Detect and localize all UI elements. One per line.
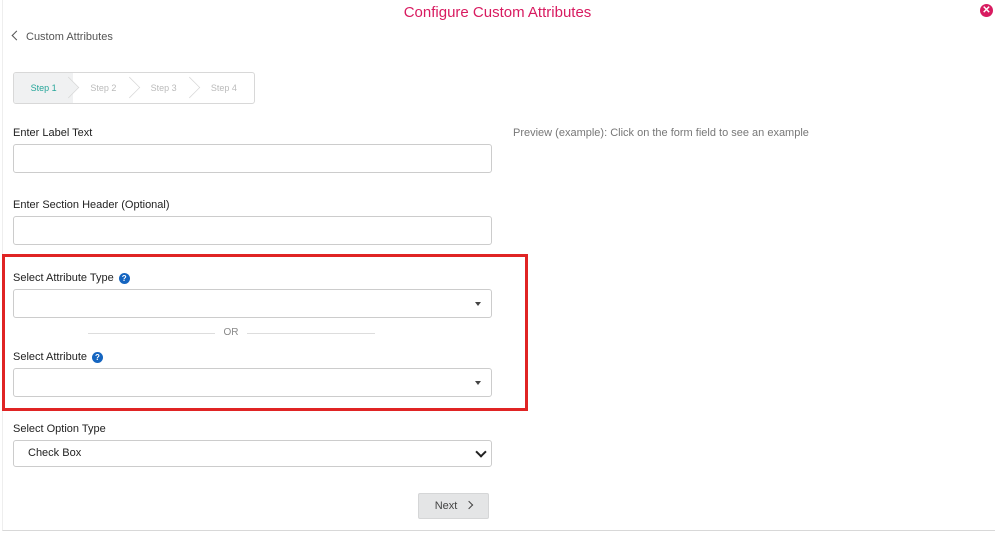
option-type-select[interactable]: Check Box — [13, 440, 492, 467]
step-label: Step 2 — [90, 83, 117, 93]
or-divider: OR — [88, 327, 375, 339]
step-2[interactable]: Step 2 — [73, 73, 140, 103]
section-header-label: Enter Section Header (Optional) — [13, 199, 170, 211]
next-button[interactable]: Next — [418, 493, 489, 519]
chevron-left-icon — [11, 30, 22, 41]
caret-down-icon — [475, 302, 481, 306]
back-link-label: Custom Attributes — [26, 31, 113, 43]
close-icon[interactable]: ✕ — [980, 4, 993, 17]
help-icon[interactable]: ? — [92, 351, 103, 363]
chevron-down-icon — [475, 446, 487, 458]
caret-down-icon — [475, 381, 481, 385]
attribute-label: Select Attribute? — [13, 351, 103, 363]
step-label: Step 3 — [150, 83, 177, 93]
attribute-select[interactable] — [13, 368, 492, 397]
divider-line — [247, 333, 375, 334]
chevron-right-icon — [465, 500, 474, 510]
back-link[interactable]: Custom Attributes — [11, 30, 113, 43]
step-4[interactable]: Step 4 — [194, 73, 254, 103]
divider-line — [88, 333, 215, 334]
step-3[interactable]: Step 3 — [134, 73, 200, 103]
help-icon[interactable]: ? — [118, 272, 130, 284]
attribute-type-label-text: Select Attribute Type — [13, 272, 114, 284]
page-title: Configure Custom Attributes — [403, 4, 592, 21]
next-button-label: Next — [434, 500, 458, 512]
attribute-type-select[interactable] — [13, 289, 492, 318]
section-header-input[interactable] — [13, 216, 492, 245]
stepper: Step 1 Step 2 Step 3 Step 4 — [13, 72, 255, 104]
option-type-label: Select Option Type — [13, 423, 106, 435]
option-type-value: Check Box — [28, 447, 82, 459]
or-text: OR — [223, 327, 239, 338]
attribute-label-text: Select Attribute — [13, 351, 87, 363]
attribute-type-label: Select Attribute Type? — [13, 272, 130, 284]
step-1[interactable]: Step 1 — [14, 73, 80, 103]
label-text-input[interactable] — [13, 144, 492, 173]
step-label: Step 1 — [30, 83, 57, 93]
preview-text: Preview (example): Click on the form fie… — [513, 127, 809, 139]
label-text-label: Enter Label Text — [13, 127, 93, 139]
step-label: Step 4 — [210, 83, 237, 93]
